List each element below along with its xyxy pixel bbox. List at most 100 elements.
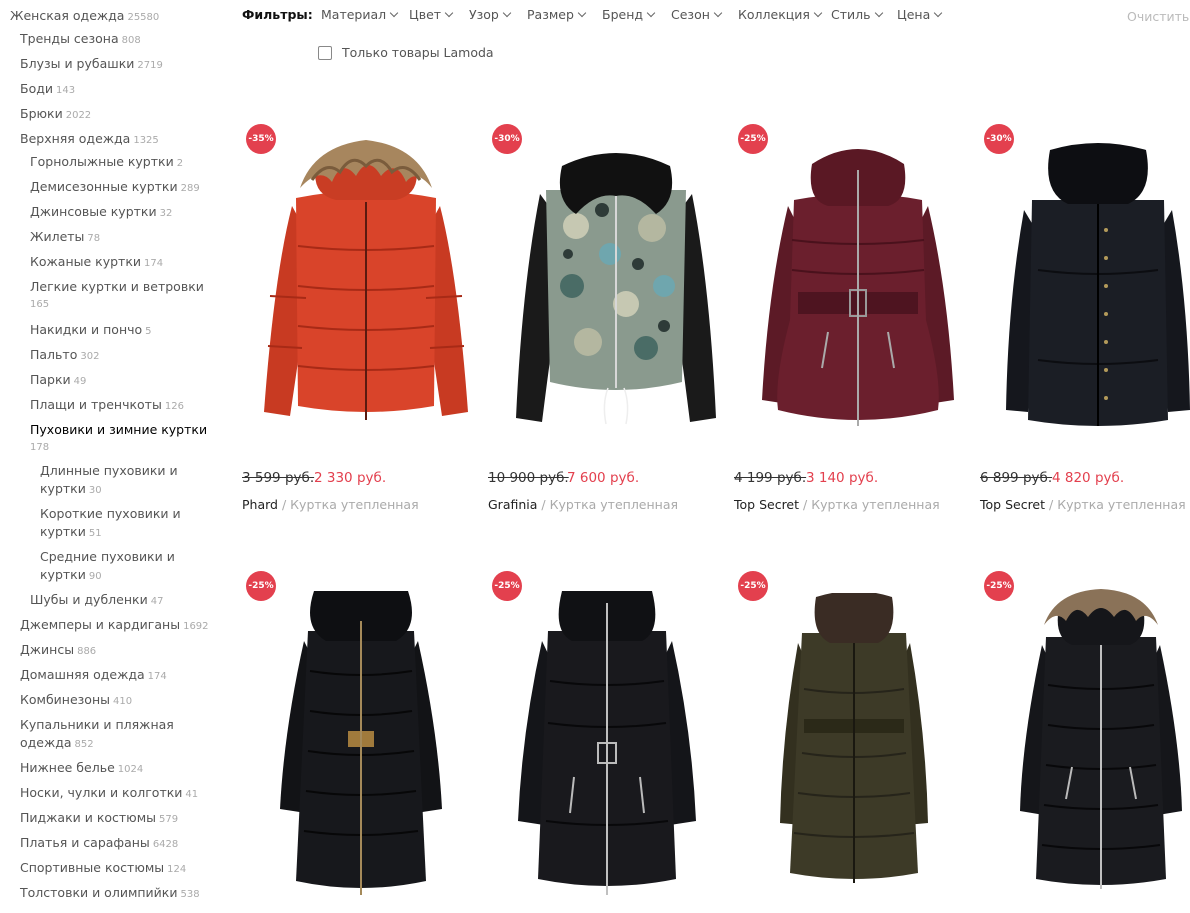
category-demi-season-jackets[interactable]: Демисезонные куртки 289 <box>30 178 200 198</box>
filter-style[interactable]: Стиль <box>831 7 883 22</box>
filter-brand[interactable]: Бренд <box>602 7 656 22</box>
category-count: 289 <box>180 183 200 194</box>
category-underwear[interactable]: Нижнее белье 1024 <box>20 759 143 779</box>
filter-label: Цена <box>897 7 931 22</box>
category-count: 51 <box>88 528 102 539</box>
category-count: 78 <box>87 233 101 244</box>
filter-label: Размер <box>527 7 574 22</box>
product-card[interactable]: -25% <box>980 567 1190 904</box>
category-womens-clothing[interactable]: Женская одежда 25580 <box>10 7 159 27</box>
filter-collection[interactable]: Коллекция <box>738 7 823 22</box>
category-trench-coats[interactable]: Плащи и тренчкоты 126 <box>30 396 184 416</box>
caption-separator: / <box>803 497 808 512</box>
category-medium-down-jackets[interactable]: Средние пуховики и куртки 90 <box>40 548 175 586</box>
red-puffer-jacket-fur-hood-icon[interactable] <box>256 136 476 436</box>
sale-price: 3 140 руб. <box>806 470 879 486</box>
category-homewear[interactable]: Домашняя одежда 174 <box>20 666 167 686</box>
category-sidebar: Женская одежда 25580 Тренды сезона 808 Блу… <box>0 0 230 904</box>
filter-material[interactable]: Материал <box>321 7 399 22</box>
category-count: 6428 <box>152 839 179 850</box>
category-light-jackets[interactable]: Легкие куртки и ветровки 165 <box>30 278 204 314</box>
chevron-down-icon <box>933 8 943 18</box>
product-caption[interactable]: Top Secret / Куртка утепленная <box>734 497 940 512</box>
category-label-cont: куртки <box>40 481 86 496</box>
burgundy-quilted-coat-icon[interactable] <box>748 140 968 440</box>
category-swimwear[interactable]: Купальники и пляжная одежда 852 <box>20 716 174 754</box>
category-jeans[interactable]: Джинсы 886 <box>20 641 96 661</box>
black-long-puffer-belt-icon[interactable] <box>276 591 446 911</box>
checkbox-box[interactable] <box>318 45 332 60</box>
category-label: Пуховики и зимние куртки <box>30 422 208 437</box>
product-caption[interactable]: Phard / Куртка утепленная <box>242 497 419 512</box>
sale-price: 4 820 руб. <box>1052 470 1125 486</box>
product-caption[interactable]: Grafinia / Куртка утепленная <box>488 497 678 512</box>
product-caption[interactable]: Top Secret / Куртка утепленная <box>980 497 1186 512</box>
old-price: 3 599 руб. <box>242 470 315 486</box>
category-label: Джинсы <box>20 642 75 657</box>
product-brand: Grafinia <box>488 497 538 512</box>
chevron-down-icon <box>646 8 656 18</box>
product-card[interactable]: -25% <box>242 567 452 904</box>
category-label: Верхняя одежда <box>20 131 131 146</box>
chevron-down-icon <box>577 8 587 18</box>
lamoda-only-checkbox[interactable]: Только товары Lamoda <box>318 45 494 60</box>
product-card[interactable]: -25% 4 199 руб. 3 140 руб. Top Secret / … <box>734 120 954 520</box>
filter-price[interactable]: Цена <box>897 7 943 22</box>
category-dresses[interactable]: Платья и сарафаны 6428 <box>20 834 178 854</box>
category-count: 49 <box>73 376 87 387</box>
product-card[interactable]: -30% 6 899 руб. 4 820 руб. Top Secret / … <box>980 120 1190 520</box>
category-ski-jackets[interactable]: Горнолыжные куртки 2 <box>30 153 183 173</box>
category-label: Тренды сезона <box>20 31 119 46</box>
category-hoodies[interactable]: Толстовки и олимпийки 538 <box>20 884 200 904</box>
black-puffer-fur-hood-icon[interactable] <box>1016 589 1186 909</box>
category-coats[interactable]: Пальто 302 <box>30 346 99 366</box>
filter-pattern[interactable]: Узор <box>469 7 512 22</box>
category-leather-jackets[interactable]: Кожаные куртки 174 <box>30 253 163 273</box>
category-blazers-suits[interactable]: Пиджаки и костюмы 579 <box>20 809 178 829</box>
category-trousers[interactable]: Брюки 2022 <box>20 105 91 125</box>
product-type: Куртка утепленная <box>549 497 679 512</box>
printed-jacket-leather-sleeves-icon[interactable] <box>506 136 726 436</box>
category-short-down-jackets[interactable]: Короткие пуховики и куртки 51 <box>40 505 181 543</box>
black-hooded-puffer-belt-icon[interactable] <box>512 591 702 911</box>
category-long-down-jackets[interactable]: Длинные пуховики и куртки 30 <box>40 462 178 500</box>
category-socks-tights[interactable]: Носки, чулки и колготки 41 <box>20 784 198 804</box>
category-label: Пальто <box>30 347 78 362</box>
category-fur-coats-sheepskin[interactable]: Шубы и дубленки 47 <box>30 591 163 611</box>
category-tracksuits[interactable]: Спортивные костюмы 124 <box>20 859 186 879</box>
category-capes-ponchos[interactable]: Накидки и пончо 5 <box>30 321 152 341</box>
product-card[interactable]: -25% <box>488 567 698 904</box>
category-outerwear[interactable]: Верхняя одежда 1325 <box>20 130 159 150</box>
category-label: Плащи и тренчкоты <box>30 397 162 412</box>
product-card[interactable]: -30% 10 900 руб. 7 600 руб. Grafinia / К… <box>488 120 716 520</box>
category-parkas[interactable]: Парки 49 <box>30 371 86 391</box>
filter-label: Стиль <box>831 7 871 22</box>
clear-filters-link[interactable]: Очистить ф <box>1127 9 1190 24</box>
category-count: 124 <box>167 864 187 875</box>
filter-season[interactable]: Сезон <box>671 7 723 22</box>
category-down-winter-jackets[interactable]: Пуховики и зимние куртки 178 <box>30 421 207 457</box>
category-jumpsuits[interactable]: Комбинезоны 410 <box>20 691 132 711</box>
filter-color[interactable]: Цвет <box>409 7 454 22</box>
caption-separator: / <box>1049 497 1054 512</box>
category-label: Жилеты <box>30 229 85 244</box>
category-count: 579 <box>159 814 179 825</box>
category-season-trends[interactable]: Тренды сезона 808 <box>20 30 141 50</box>
discount-badge: -30% <box>492 124 522 154</box>
product-card[interactable]: -35% 3 599 руб. 2 330 руб. Phard / Куртк… <box>242 120 468 520</box>
category-label: Нижнее белье <box>20 760 115 775</box>
black-quilted-coat-fur-collar-icon[interactable] <box>998 140 1190 440</box>
category-bodysuits[interactable]: Боди 143 <box>20 80 75 100</box>
category-label-cont: одежда <box>20 735 72 750</box>
category-denim-jackets[interactable]: Джинсовые куртки 32 <box>30 203 172 223</box>
product-card[interactable]: -25% <box>734 567 944 904</box>
filter-size[interactable]: Размер <box>527 7 587 22</box>
category-jumpers-cardigans[interactable]: Джемперы и кардиганы 1692 <box>20 616 209 636</box>
category-label: Шубы и дубленки <box>30 592 148 607</box>
category-count: 165 <box>30 299 50 310</box>
category-blouses-shirts[interactable]: Блузы и рубашки 2719 <box>20 55 163 75</box>
olive-puffer-coat-fur-collar-icon[interactable] <box>774 593 934 913</box>
category-label: Джинсовые куртки <box>30 204 157 219</box>
category-vests[interactable]: Жилеты 78 <box>30 228 100 248</box>
category-label: Боди <box>20 81 53 96</box>
